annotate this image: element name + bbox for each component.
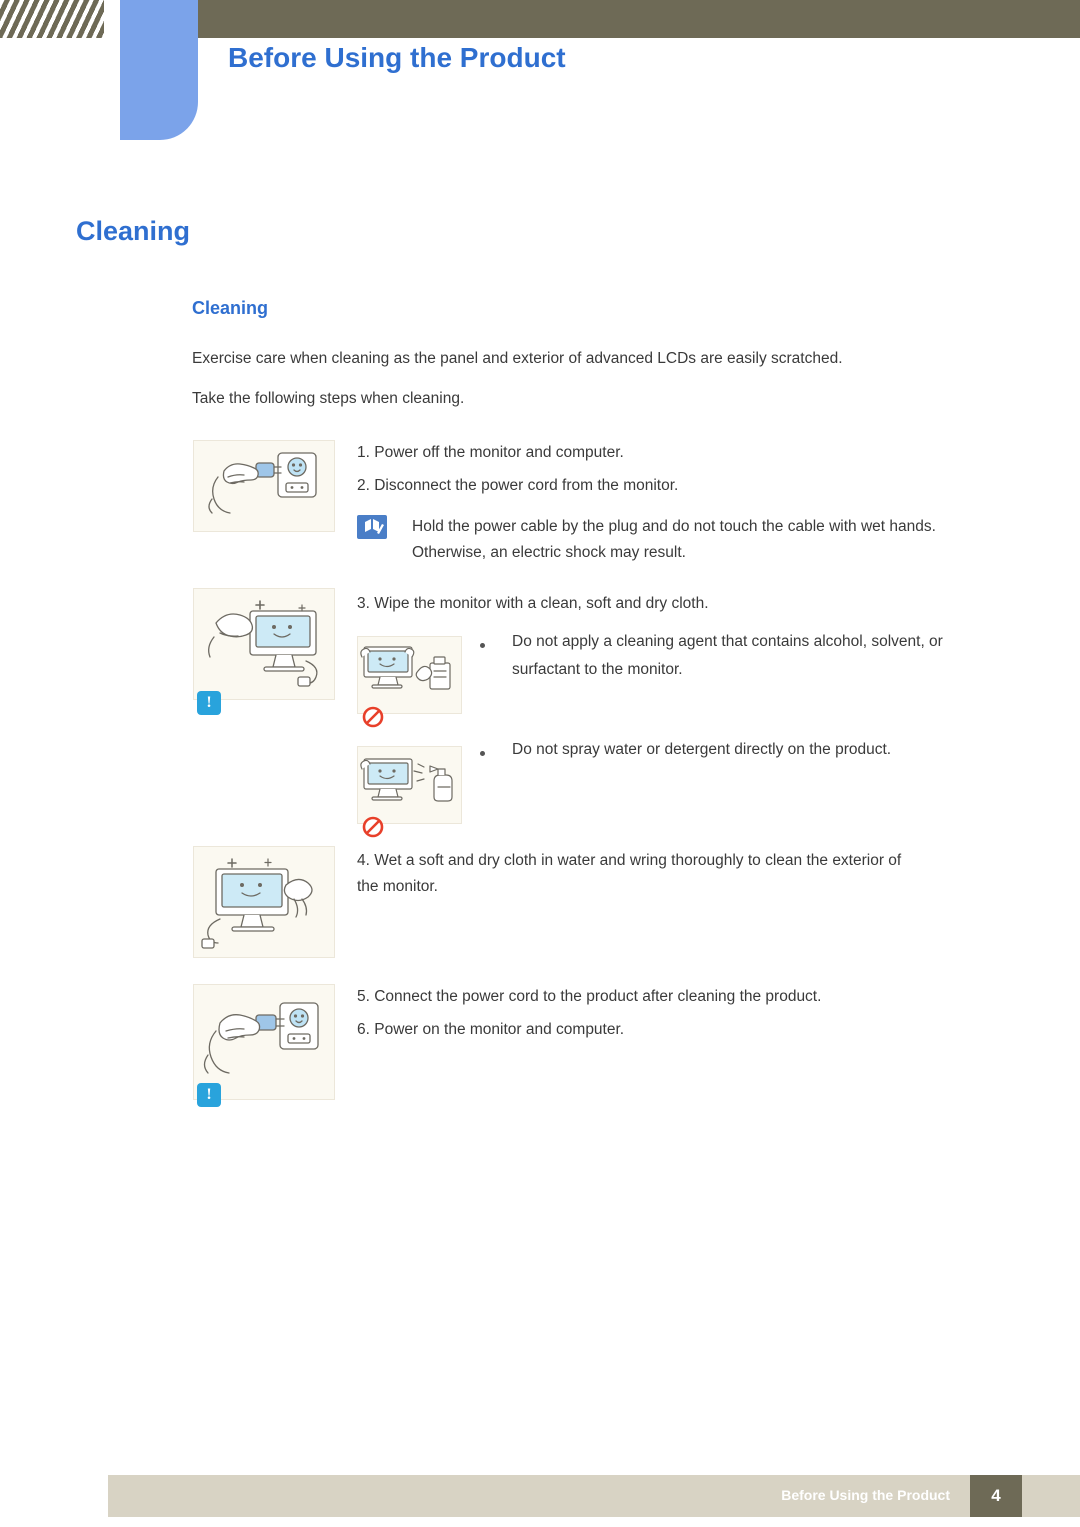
warning-badge: ! — [197, 691, 221, 715]
wipe-monitor-illustration — [193, 588, 335, 700]
bullet-marker — [480, 643, 485, 648]
step-5-text: 5. Connect the power cord to the product… — [357, 988, 822, 1005]
header-title: Before Using the Product — [228, 42, 566, 73]
step-4-text: 4. Wet a soft and dry cloth in water and… — [357, 852, 902, 895]
header-blue-tab — [120, 0, 198, 140]
wet-cloth-exterior-drawing — [201, 858, 313, 949]
step-6-text: 6. Power on the monitor and computer. — [357, 1021, 625, 1038]
step-1-text: 1. Power off the monitor and computer. — [357, 444, 624, 461]
bullet-1-text: Do not apply a cleaning agent that conta… — [512, 633, 943, 678]
step-3-text: 3. Wipe the monitor with a clean, soft a… — [357, 595, 709, 612]
step-2-text: 2. Disconnect the power cord from the mo… — [357, 477, 679, 494]
unplug-power-cord-drawing — [208, 452, 317, 514]
footer-label: Before Using the Product — [781, 1487, 950, 1503]
no-spray-water-drawing — [360, 758, 453, 802]
page-header: Before Using the Product — [0, 0, 1080, 140]
intro-paragraph-1: Exercise care when cleaning as the panel… — [192, 350, 843, 367]
warning-badge: ! — [197, 1083, 221, 1107]
section-title: Cleaning — [192, 298, 269, 318]
note-pencil-icon — [357, 515, 387, 539]
no-spray-water-illustration — [357, 746, 462, 824]
header-bar — [198, 0, 1080, 38]
wipe-monitor-drawing — [208, 600, 318, 687]
prohibited-icon — [362, 706, 384, 728]
no-alcohol-cleaner-drawing — [360, 646, 451, 690]
note-text: Hold the power cable by the plug and do … — [412, 518, 936, 561]
bullet-marker — [480, 751, 485, 756]
footer-page-number: 4 — [991, 1486, 1001, 1505]
page-footer: Before Using the Product 4 — [0, 1465, 1080, 1527]
header-blue-tab-notch — [104, 0, 120, 140]
no-alcohol-cleaner-illustration — [357, 636, 462, 714]
header-hatch-decoration — [0, 0, 108, 38]
unplug-power-cord-illustration — [193, 440, 335, 532]
connect-power-cord-drawing — [203, 1002, 319, 1074]
chapter-title: Cleaning — [76, 216, 191, 246]
prohibited-icon — [362, 816, 384, 838]
bullet-2-text: Do not spray water or detergent directly… — [512, 741, 892, 758]
wet-cloth-exterior-illustration — [193, 846, 335, 958]
intro-paragraph-2: Take the following steps when cleaning. — [192, 390, 465, 407]
